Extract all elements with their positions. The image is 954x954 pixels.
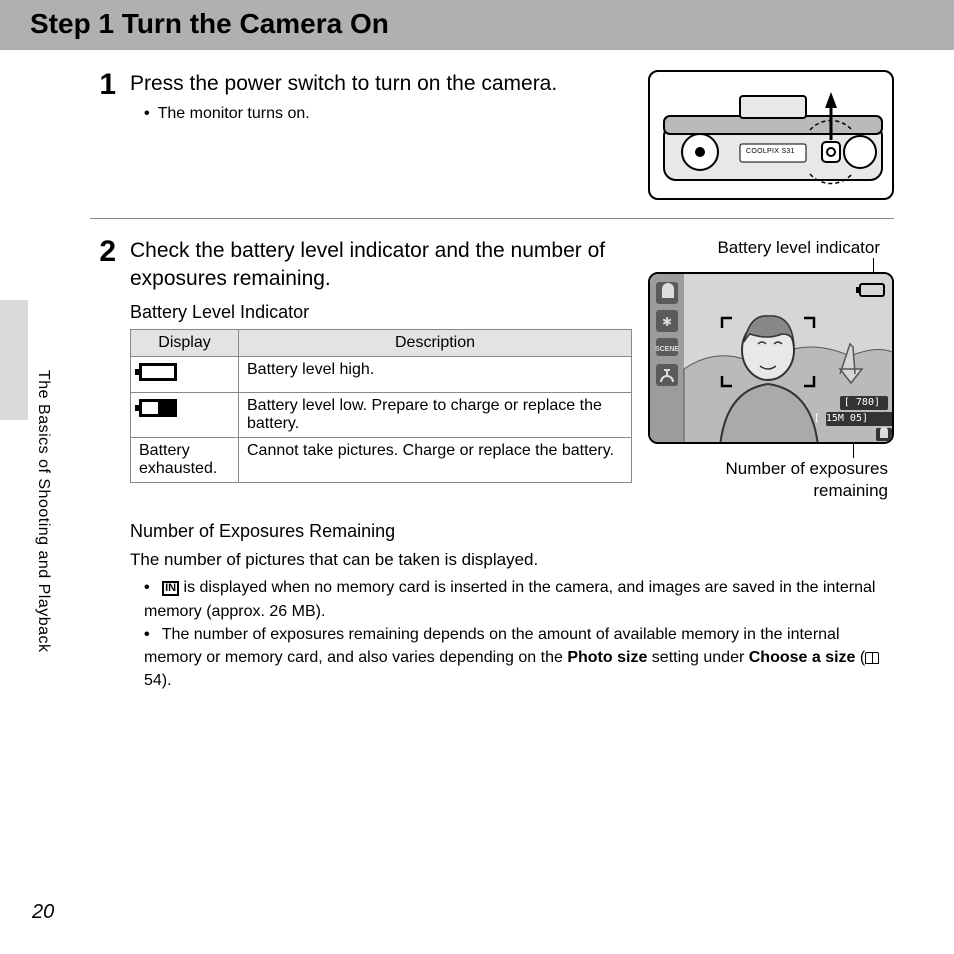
exposures-bullet-2: The number of exposures remaining depend… [144,623,894,693]
page-content: 1 Press the power switch to turn on the … [0,50,954,692]
step-1-bullet: The monitor turns on. [144,102,632,125]
step-1: 1 Press the power switch to turn on the … [90,70,894,200]
callout-exposures-l2: remaining [813,481,888,500]
table-cell: Battery level high. [239,356,632,392]
table-header-display: Display [131,329,239,356]
callout-battery-indicator: Battery level indicator [648,237,894,258]
table-cell: Battery exhausted. [131,437,239,482]
svg-text:SCENE: SCENE [655,346,679,353]
camera-top-illustration: COOLPIX S31 [648,70,894,200]
page-number: 20 [32,901,54,924]
page-title: Step 1 Turn the Camera On [30,8,924,40]
step-1-title: Press the power switch to turn on the ca… [130,70,632,98]
step-2: 2 Check the battery level indicator and … [90,237,894,692]
table-cell: Cannot take pictures. Charge or replace … [239,437,632,482]
exposures-intro: The number of pictures that can be taken… [130,548,894,573]
lcd-figure: Battery level indicator ✱ SCENE [648,237,894,501]
table-row: Battery level low. Prepare to charge or … [131,392,632,437]
lcd-exposure-count: 780 [856,397,874,408]
section-label-vertical: The Basics of Shooting and Playback [34,370,52,653]
exposures-bullet-1: IN is displayed when no memory card is i… [144,576,894,622]
camera-model-label: COOLPIX S31 [746,148,795,155]
lcd-mode: 15M [826,413,844,424]
step-number: 1 [90,70,116,200]
step-number: 2 [90,237,116,692]
battery-low-icon [139,399,177,417]
table-row: Battery level high. [131,356,632,392]
exposures-section: Number of Exposures Remaining The number… [130,521,894,693]
lcd-sec: 05 [850,413,862,424]
callout-exposures-l1: Number of exposures [725,459,888,478]
separator [90,218,894,219]
svg-text:✱: ✱ [662,315,672,329]
callout-pointer [853,444,854,458]
battery-level-table: Display Description Battery level high. … [130,329,632,483]
side-tab [0,300,28,420]
exposures-heading: Number of Exposures Remaining [130,521,894,542]
battery-high-icon [139,363,177,381]
table-header-description: Description [239,329,632,356]
internal-memory-icon: IN [162,581,179,596]
table-cell: Battery level low. Prepare to charge or … [239,392,632,437]
page-header: Step 1 Turn the Camera On [0,0,954,50]
battery-level-heading: Battery Level Indicator [130,302,632,323]
step-2-title: Check the battery level indicator and th… [130,237,632,294]
lcd-illustration: ✱ SCENE [648,272,894,444]
callout-pointer [873,258,874,272]
table-row: Battery exhausted. Cannot take pictures.… [131,437,632,482]
manual-reference-icon [865,652,879,664]
